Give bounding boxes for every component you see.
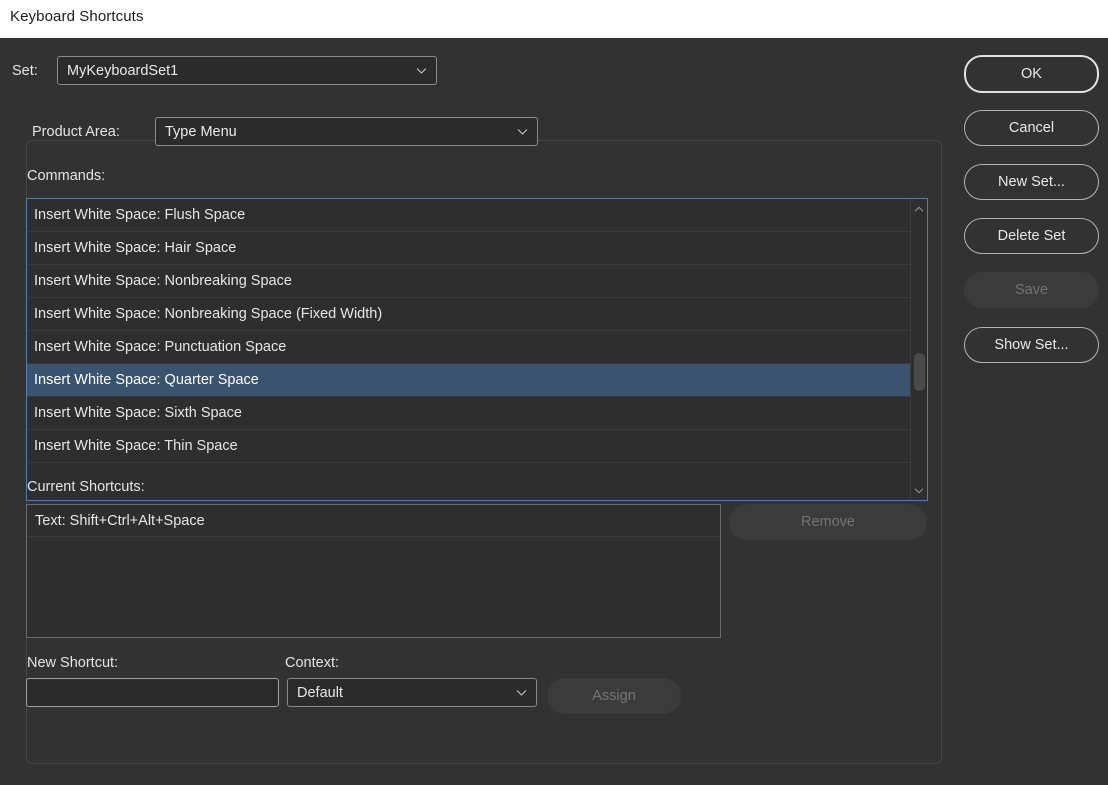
chevron-down-icon — [516, 687, 527, 698]
context-dropdown-value: Default — [297, 684, 343, 701]
command-list-item[interactable]: Insert White Space: Punctuation Space — [27, 331, 911, 364]
current-shortcuts-list[interactable]: Text: Shift+Ctrl+Alt+Space — [26, 504, 721, 638]
current-shortcuts-label: Current Shortcuts: — [27, 479, 145, 495]
remove-button[interactable]: Remove — [729, 504, 927, 540]
ok-button[interactable]: OK — [964, 55, 1099, 93]
new-set-button[interactable]: New Set... — [964, 164, 1099, 200]
new-shortcut-label: New Shortcut: — [27, 655, 119, 671]
product-area-dropdown[interactable]: Type Menu — [155, 117, 538, 146]
command-list-item[interactable]: Insert White Space: Quarter Space — [27, 364, 911, 397]
command-list-item[interactable]: Insert White Space: Hair Space — [27, 232, 911, 265]
command-list-item[interactable]: Insert White Space: Thin Space — [27, 430, 911, 463]
product-area-dropdown-value: Type Menu — [165, 123, 237, 140]
set-label: Set: — [12, 63, 38, 79]
set-dropdown-value: MyKeyboardSet1 — [67, 62, 179, 79]
scroll-down-icon[interactable] — [911, 482, 927, 498]
context-label: Context: — [285, 655, 339, 671]
title-bar: Keyboard Shortcuts — [0, 0, 1108, 38]
chevron-down-icon — [416, 65, 427, 76]
scrollbar-thumb[interactable] — [914, 353, 925, 391]
commands-scrollbar[interactable] — [910, 199, 927, 500]
command-list-item[interactable]: Insert White Space: Nonbreaking Space — [27, 265, 911, 298]
scroll-up-icon[interactable] — [911, 201, 927, 217]
commands-list[interactable]: Insert White Space: Flush Space Insert Wh… — [26, 198, 928, 501]
command-list-item[interactable]: Insert White Space: Flush Space — [27, 199, 911, 232]
context-dropdown[interactable]: Default — [287, 678, 537, 707]
delete-set-button[interactable]: Delete Set — [964, 218, 1099, 254]
product-area-label: Product Area: — [32, 124, 120, 140]
current-shortcut-item[interactable]: Text: Shift+Ctrl+Alt+Space — [27, 505, 720, 537]
show-set-button[interactable]: Show Set... — [964, 327, 1099, 363]
new-shortcut-input[interactable] — [26, 678, 279, 707]
current-shortcuts-rows: Text: Shift+Ctrl+Alt+Space — [27, 505, 720, 537]
commands-rows: Insert White Space: Flush Space Insert Wh… — [27, 199, 911, 463]
set-dropdown[interactable]: MyKeyboardSet1 — [57, 56, 437, 85]
command-list-item[interactable]: Insert White Space: Nonbreaking Space (F… — [27, 298, 911, 331]
commands-label: Commands: — [27, 168, 106, 184]
save-button[interactable]: Save — [964, 272, 1099, 308]
keyboard-shortcuts-dialog: Set: MyKeyboardSet1 Product Area: Type M… — [0, 38, 1108, 785]
window-title: Keyboard Shortcuts — [10, 8, 144, 25]
chevron-down-icon — [517, 126, 528, 137]
command-list-item[interactable]: Insert White Space: Sixth Space — [27, 397, 911, 430]
assign-button[interactable]: Assign — [547, 678, 681, 714]
cancel-button[interactable]: Cancel — [964, 110, 1099, 146]
